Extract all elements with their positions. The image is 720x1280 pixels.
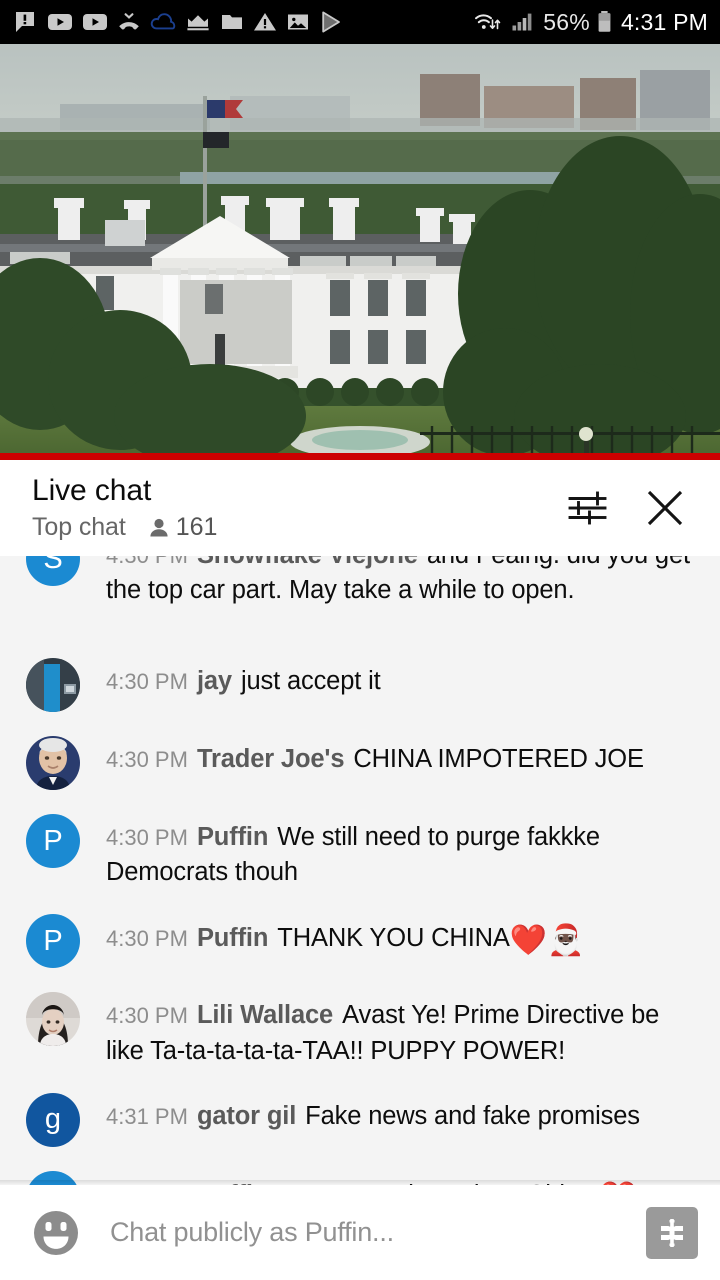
avatar[interactable]: g <box>26 1092 80 1147</box>
avatar[interactable] <box>26 736 80 790</box>
avatar-photo-face <box>26 736 80 790</box>
white-house-video-frame <box>0 44 720 460</box>
chat-settings-button[interactable] <box>564 486 608 530</box>
message-text: CHINA IMPOTERED JOE <box>353 745 644 773</box>
message-timestamp: 4:30 PM <box>106 747 188 772</box>
youtube-icon <box>83 14 107 30</box>
avatar-letter: S <box>43 556 63 575</box>
live-chat-header: Live chat Top chat 161 <box>0 460 720 556</box>
message-body: 4:30 PM Puffin THANK YOU CHINA❤️🎅🏿 <box>80 912 702 961</box>
message-timestamp: 4:30 PM <box>106 1003 188 1029</box>
missed-call-icon <box>119 13 139 30</box>
video-player[interactable] <box>0 44 720 460</box>
message-author[interactable]: Snowflake Viejone <box>197 556 418 569</box>
message-timestamp: 4:30 PM <box>106 926 188 952</box>
live-chat-message-list-inner: S 4:30 PMSnowflake Viejoneand Feaing. di… <box>0 556 720 1185</box>
battery-icon <box>598 11 611 32</box>
avatar[interactable]: P <box>26 914 80 969</box>
cell-signal-icon <box>512 13 532 31</box>
message-text: Avast Ye! Prime Directive be like Ta-ta-… <box>106 1001 660 1065</box>
avatar-photo-woman <box>26 992 80 1047</box>
image-icon <box>288 14 308 30</box>
message-author[interactable]: jay <box>197 667 232 695</box>
avatar-letter: g <box>44 1103 62 1136</box>
message-body: 4:30 PMSnowflake Viejoneand Feaing. did … <box>80 556 702 608</box>
chat-header-actions <box>564 485 694 531</box>
viewer-count-label: 161 <box>175 513 218 542</box>
warning-triangle-icon <box>254 13 276 31</box>
message-body: 4:30 PM Trader Joe's CHINA IMPOTERED JOE <box>80 734 702 777</box>
list-item[interactable]: P 4:30 PM Puffin We still need to purge fa… <box>0 812 720 890</box>
list-item[interactable]: 4:30 PM jay just accept it <box>0 656 720 712</box>
list-bottom-shadow <box>0 1180 720 1185</box>
cloud-icon <box>150 13 176 30</box>
list-item[interactable]: S 4:30 PMSnowflake Viejoneand Feaing. di… <box>0 556 720 608</box>
message-text: THANK YOU CHINA <box>277 924 510 953</box>
avatar-letter: P <box>43 924 63 957</box>
battery-percent-label: 56% <box>543 8 590 35</box>
tune-sliders-icon <box>568 491 607 525</box>
message-alert-icon <box>16 12 34 32</box>
avatar-letter: P <box>43 824 63 857</box>
message-body: 4:31 PM gator gil Fake news and fake promi… <box>80 1091 702 1134</box>
message-text: Fake news and fake promises <box>305 1101 640 1130</box>
close-x-icon <box>647 490 683 526</box>
emoji-picker-button[interactable] <box>30 1207 82 1259</box>
live-chat-title-group: Live chat Top chat 161 <box>32 474 564 543</box>
clipped-message-wrapper: S 4:30 PMSnowflake Viejoneand Feaing. di… <box>0 556 720 634</box>
crown-icon <box>187 15 209 31</box>
close-chat-button[interactable] <box>642 485 688 531</box>
youtube-live-chat-screen: 56% 4:31 PM Live chat Top chat 161 S the… <box>0 0 720 1280</box>
message-author[interactable]: Puffin <box>197 924 268 952</box>
clock-label: 4:31 PM <box>620 8 708 35</box>
folder-icon <box>222 15 242 29</box>
list-item[interactable]: g 4:31 PM gator gil Fake news and fake pro… <box>0 1091 720 1147</box>
message-text: just accept it <box>240 667 381 695</box>
viewer-count-group: 161 <box>148 513 218 542</box>
status-bar-notification-icons <box>14 10 473 34</box>
message-body: 4:30 PM Puffin We still need to purge fakk… <box>80 812 702 890</box>
chat-input[interactable] <box>82 1217 646 1248</box>
list-item[interactable]: 4:30 PM Lili Wallace Avast Ye! Prime Direc… <box>0 990 720 1068</box>
chat-mode-label[interactable]: Top chat <box>32 513 126 542</box>
message-author[interactable]: gator gil <box>197 1102 296 1130</box>
person-icon <box>150 518 168 537</box>
message-timestamp: 4:31 PM <box>106 1103 188 1129</box>
list-item[interactable]: P 4:30 PM Puffin THANK YOU CHINA❤️🎅🏿 <box>0 912 720 969</box>
chat-subheader: Top chat 161 <box>32 513 564 542</box>
emoji-smiley-icon <box>34 1210 78 1255</box>
chat-input-bar <box>0 1185 720 1280</box>
wifi-transfer-icon <box>475 14 501 30</box>
message-timestamp: 4:30 PM <box>106 556 188 568</box>
super-chat-button[interactable] <box>646 1206 698 1259</box>
avatar-photo-dark <box>26 658 80 712</box>
message-author[interactable]: Lili Wallace <box>197 1001 333 1029</box>
android-status-bar: 56% 4:31 PM <box>0 0 720 44</box>
list-item[interactable]: 4:30 PM Trader Joe's CHINA IMPOTERED JOE <box>0 734 720 790</box>
message-body: 4:30 PM jay just accept it <box>80 656 702 699</box>
status-bar-system-icons: 56% 4:31 PM <box>473 9 708 36</box>
page-title: Live chat <box>32 473 152 507</box>
avatar[interactable]: S <box>26 556 80 586</box>
message-emoji: ❤️🎅🏿 <box>509 924 585 958</box>
message-timestamp: 4:30 PM <box>106 825 188 850</box>
message-timestamp: 4:30 PM <box>106 669 188 694</box>
avatar[interactable]: P <box>26 814 80 868</box>
youtube-icon <box>48 14 72 30</box>
message-author[interactable]: Puffin <box>197 823 268 851</box>
live-chat-message-list[interactable]: S 4:30 PMSnowflake Viejoneand Feaing. di… <box>0 556 720 1185</box>
avatar[interactable] <box>26 992 80 1047</box>
message-author[interactable]: Trader Joe's <box>197 745 345 773</box>
play-store-icon <box>322 11 340 33</box>
avatar[interactable] <box>26 658 80 712</box>
super-chat-dollar-icon <box>661 1218 683 1247</box>
video-progress-bar[interactable] <box>0 453 720 460</box>
message-body: 4:30 PM Lili Wallace Avast Ye! Prime Direc… <box>80 990 702 1068</box>
